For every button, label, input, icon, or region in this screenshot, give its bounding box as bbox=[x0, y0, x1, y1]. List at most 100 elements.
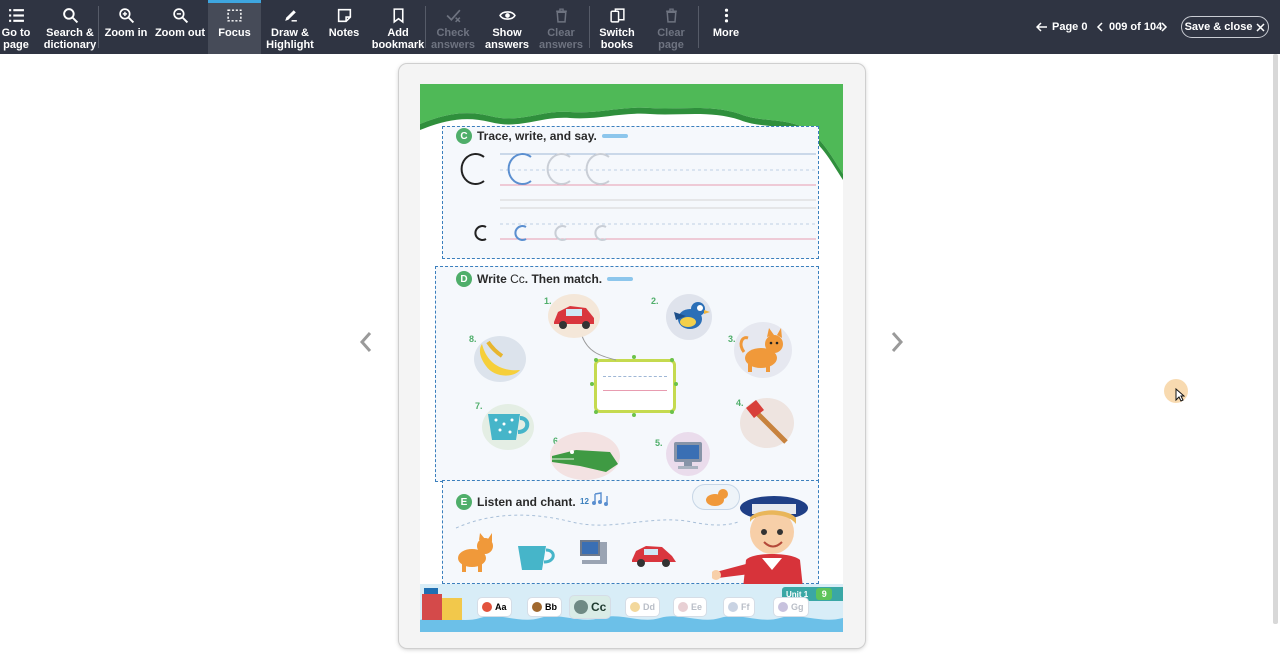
alphabet-letter: Dd bbox=[643, 602, 655, 612]
audio-track-button[interactable]: 12 bbox=[580, 492, 615, 506]
chevron-left-icon bbox=[1096, 22, 1103, 32]
section-d-header: D Write Cc. Then match. bbox=[456, 271, 634, 287]
fish-icon bbox=[728, 602, 738, 612]
top-toolbar: Go to page Search & dictionary Zoom in Z… bbox=[0, 0, 1280, 54]
answer-writing-box[interactable] bbox=[594, 359, 676, 413]
chant-computer-icon bbox=[580, 540, 607, 564]
toolbar-divider bbox=[425, 6, 426, 48]
draw-highlight-button[interactable]: Draw & Highlight bbox=[264, 0, 316, 54]
goat-icon bbox=[778, 602, 788, 612]
focus-label: Focus bbox=[218, 27, 251, 39]
focus-icon bbox=[227, 9, 242, 22]
page-number-badge: 9 bbox=[816, 588, 833, 600]
alphabet-tab-dd[interactable]: Dd bbox=[626, 598, 659, 616]
audio-track-number: 12 bbox=[580, 497, 589, 506]
go-to-page-button[interactable]: Go to page bbox=[0, 0, 32, 54]
cat-icon bbox=[739, 328, 783, 372]
save-close-label: Save & close bbox=[1184, 21, 1253, 33]
back-arrow-icon bbox=[1036, 22, 1047, 32]
alphabet-tab-cc[interactable]: Cc bbox=[570, 596, 611, 618]
page-label: Page 0 bbox=[1052, 21, 1088, 33]
vertical-scrollbar[interactable] bbox=[1273, 54, 1278, 624]
item-number: 2. bbox=[651, 296, 659, 306]
bird-icon bbox=[674, 302, 710, 329]
alphabet-tab-ff[interactable]: Ff bbox=[724, 598, 754, 616]
switch-books-button[interactable]: Switch books bbox=[596, 0, 638, 54]
crocodile-icon bbox=[552, 450, 618, 472]
axe-picture bbox=[740, 398, 794, 448]
books-icon bbox=[609, 8, 625, 23]
zoom-in-icon bbox=[118, 8, 134, 24]
show-answers-button[interactable]: Show answers bbox=[484, 0, 530, 54]
chant-cup-icon bbox=[518, 546, 555, 570]
search-dictionary-button[interactable]: Search & dictionary bbox=[44, 0, 96, 54]
toolbar-divider bbox=[98, 6, 99, 48]
prev-page-button[interactable] bbox=[1096, 0, 1104, 54]
alphabet-tab-gg[interactable]: Gg bbox=[774, 598, 808, 616]
banana-icon bbox=[479, 340, 520, 376]
axe-icon bbox=[746, 400, 788, 444]
trash-icon bbox=[555, 8, 567, 23]
check-icon bbox=[446, 9, 461, 23]
egg-icon bbox=[678, 602, 688, 612]
clear-answers-button[interactable]: Clear answers bbox=[539, 0, 583, 54]
alphabet-tab-aa[interactable]: Aa bbox=[478, 598, 511, 616]
section-d-title: Write Cc. Then match. bbox=[477, 272, 602, 286]
more-button[interactable]: More bbox=[706, 0, 746, 54]
alphabet-letter: Cc bbox=[591, 600, 607, 614]
book-page-frame: C Trace, write, and say. D Write Cc. The… bbox=[399, 64, 865, 648]
computer-icon bbox=[674, 442, 702, 469]
save-close-button[interactable]: Save & close bbox=[1181, 16, 1269, 38]
section-d-title-cc: Cc bbox=[510, 272, 525, 286]
section-d-title-prefix: Write bbox=[477, 272, 511, 286]
section-c-title: Trace, write, and say. bbox=[477, 129, 597, 143]
check-answers-button[interactable]: Check answers bbox=[431, 0, 475, 54]
zoom-in-button[interactable]: Zoom in bbox=[104, 0, 148, 54]
close-icon bbox=[1256, 22, 1265, 32]
apple-icon bbox=[482, 602, 492, 612]
page-back-link[interactable]: Page 0 bbox=[1036, 0, 1087, 54]
computer-picture bbox=[666, 432, 710, 476]
duck-icon bbox=[630, 602, 640, 612]
page-counter: 009 of 104 bbox=[1109, 0, 1162, 54]
section-e-title: Listen and chant. bbox=[477, 495, 576, 509]
car-icon bbox=[554, 306, 594, 329]
cup-picture bbox=[482, 404, 534, 450]
notes-button[interactable]: Notes bbox=[324, 0, 364, 54]
cat-picture bbox=[734, 322, 792, 378]
next-spread-arrow-icon[interactable] bbox=[887, 330, 907, 354]
previous-spread-arrow-icon[interactable] bbox=[356, 330, 376, 354]
chevron-right-icon bbox=[1161, 22, 1168, 32]
switch-books-label: Switch books bbox=[599, 27, 635, 51]
item-number: 5. bbox=[655, 438, 663, 448]
section-d-title-suffix: . Then match. bbox=[524, 272, 603, 286]
show-answers-label: Show answers bbox=[484, 27, 530, 51]
alphabet-tab-bb[interactable]: Bb bbox=[528, 598, 561, 616]
trash-icon bbox=[665, 8, 677, 23]
book-page: C Trace, write, and say. D Write Cc. The… bbox=[420, 84, 843, 632]
focus-button[interactable]: Focus bbox=[208, 0, 261, 54]
bear-icon bbox=[532, 602, 542, 612]
add-bookmark-button[interactable]: Add bookmark bbox=[372, 0, 424, 54]
search-icon bbox=[62, 8, 78, 24]
alphabet-tab-ee[interactable]: Ee bbox=[674, 598, 707, 616]
section-letter-badge: C bbox=[456, 128, 472, 144]
mouse-cursor-icon bbox=[1175, 388, 1185, 402]
alphabet-letter: Ee bbox=[691, 602, 703, 612]
sailor-boy-character bbox=[712, 496, 808, 598]
chant-car-icon bbox=[632, 546, 676, 567]
chant-cat-icon bbox=[458, 533, 493, 572]
bookmark-icon bbox=[392, 8, 404, 24]
alphabet-letter: Bb bbox=[545, 602, 557, 612]
toolbar-divider bbox=[589, 6, 590, 48]
banana-picture bbox=[474, 336, 526, 382]
zoom-out-label: Zoom out bbox=[154, 27, 206, 39]
note-icon bbox=[337, 8, 351, 23]
music-notes-icon bbox=[591, 492, 608, 506]
next-page-button[interactable] bbox=[1160, 0, 1168, 54]
clear-page-button[interactable]: Clear page bbox=[650, 0, 692, 54]
tracing-lines bbox=[460, 153, 816, 241]
zoom-out-button[interactable]: Zoom out bbox=[154, 0, 206, 54]
clear-page-label: Clear page bbox=[657, 27, 685, 51]
toolbar-divider bbox=[698, 6, 699, 48]
